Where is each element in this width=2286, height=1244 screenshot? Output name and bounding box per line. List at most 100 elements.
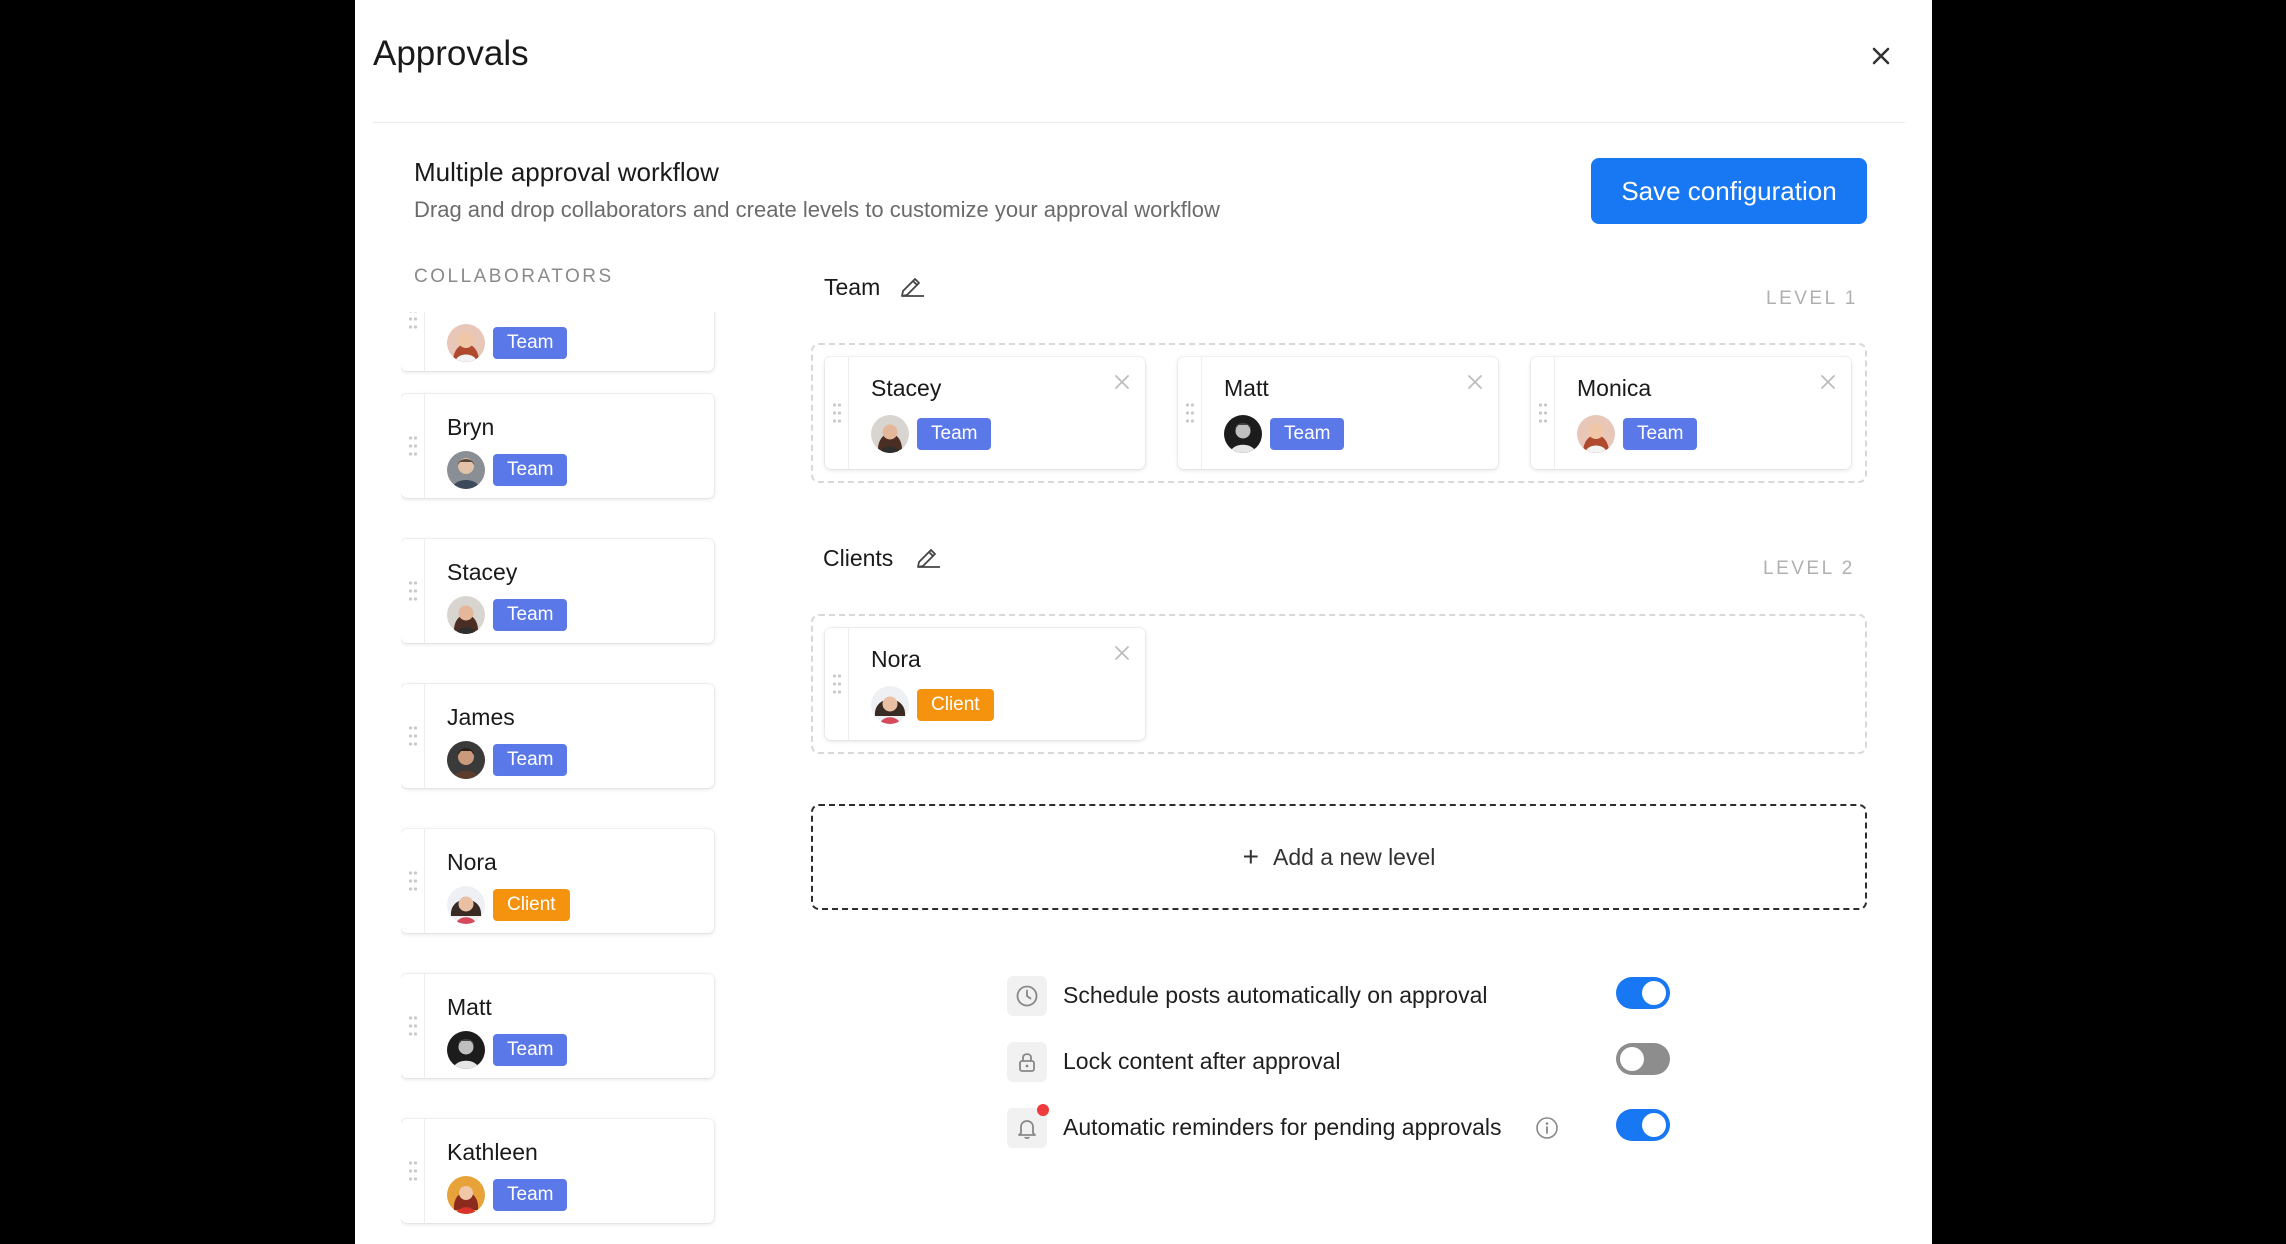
close-button[interactable] <box>1863 38 1899 74</box>
remove-member-button[interactable] <box>1819 373 1837 391</box>
role-badge: Team <box>917 418 992 450</box>
drag-handle[interactable] <box>401 684 425 788</box>
close-icon <box>1821 375 1835 389</box>
setting-automatic-reminders: Automatic reminders for pending approval… <box>1007 1104 1567 1150</box>
edit-level-1-button[interactable] <box>898 274 924 300</box>
level-member-card-matt[interactable]: Matt Team <box>1178 357 1498 469</box>
schedule-posts-toggle[interactable] <box>1616 977 1670 1009</box>
close-icon <box>1115 375 1129 389</box>
role-badge: Team <box>493 599 568 631</box>
drag-handle[interactable] <box>825 357 849 469</box>
collaborator-card-bryn[interactable]: Bryn Team <box>401 394 714 498</box>
remove-member-button[interactable] <box>1466 373 1484 391</box>
remove-member-button[interactable] <box>1113 373 1131 391</box>
drag-handle[interactable] <box>401 394 425 498</box>
avatar <box>1577 415 1615 453</box>
level-1-dropzone[interactable]: Stacey Team Matt Team Monica Team <box>811 343 1867 483</box>
level-1-tag: LEVEL 1 <box>1766 288 1858 309</box>
workflow-title: Multiple approval workflow <box>414 157 719 187</box>
collaborator-name: Kathleen <box>447 1139 538 1165</box>
avatar <box>447 1176 485 1214</box>
collaborator-card-matt[interactable]: Matt Team <box>401 974 714 1078</box>
close-icon <box>1115 646 1129 660</box>
drag-handle[interactable] <box>401 312 425 371</box>
pencil-icon <box>901 278 924 297</box>
automatic-reminders-toggle[interactable] <box>1616 1109 1670 1141</box>
level-member-card-monica[interactable]: Monica Team <box>1531 357 1851 469</box>
close-icon <box>1468 375 1482 389</box>
collaborator-name: Bryn <box>447 414 495 440</box>
drag-handle[interactable] <box>1531 357 1555 469</box>
member-name: Stacey <box>871 375 942 401</box>
setting-lock-content: Lock content after approval <box>1007 1038 1567 1084</box>
role-badge: Team <box>493 1034 568 1066</box>
drag-handle-icon <box>408 1016 417 1036</box>
collaborator-card-james[interactable]: James Team <box>401 684 714 788</box>
remove-member-button[interactable] <box>1113 644 1131 662</box>
collaborator-card-nora[interactable]: Nora Client <box>401 829 714 933</box>
role-badge: Team <box>493 1179 568 1211</box>
avatar <box>447 1031 485 1069</box>
level-member-card-stacey[interactable]: Stacey Team <box>825 357 1145 469</box>
avatar <box>447 324 485 362</box>
drag-handle[interactable] <box>401 974 425 1078</box>
setting-schedule-posts: Schedule posts automatically on approval <box>1007 972 1567 1018</box>
approvals-modal: Approvals Multiple approval workflow Dra… <box>355 0 1932 1244</box>
drag-handle-icon <box>408 436 417 456</box>
drag-handle-icon <box>832 403 841 423</box>
role-badge: Team <box>1270 418 1345 450</box>
drag-handle[interactable] <box>401 539 425 643</box>
role-badge: Team <box>493 744 568 776</box>
drag-handle-icon <box>832 674 841 694</box>
modal-title: Approvals <box>373 34 529 73</box>
avatar <box>1224 415 1262 453</box>
drag-handle-icon <box>408 871 417 891</box>
close-icon <box>1872 47 1890 65</box>
edit-level-2-button[interactable] <box>914 545 940 571</box>
drag-handle-icon <box>408 312 417 329</box>
collaborator-card[interactable]: Team <box>401 312 714 371</box>
drag-handle-icon <box>408 1161 417 1181</box>
add-level-button[interactable]: + Add a new level <box>811 804 1867 910</box>
setting-label: Lock content after approval <box>1063 1048 1341 1074</box>
collaborator-name: James <box>447 704 515 730</box>
member-name: Monica <box>1577 375 1652 401</box>
header-divider <box>373 122 1905 123</box>
role-badge: Client <box>493 889 570 921</box>
drag-handle[interactable] <box>401 1119 425 1223</box>
pencil-icon <box>917 549 940 568</box>
add-level-label: Add a new level <box>1272 843 1436 870</box>
notification-dot <box>1037 1104 1049 1116</box>
collaborators-list[interactable]: Team Bryn Team Stacey Team James Team No… <box>401 312 731 1244</box>
collaborator-card-kathleen[interactable]: Kathleen Team <box>401 1119 714 1223</box>
level-member-card-nora[interactable]: Nora Client <box>825 628 1145 740</box>
collaborator-card-stacey[interactable]: Stacey Team <box>401 539 714 643</box>
collaborator-name: Matt <box>447 994 492 1020</box>
avatar <box>871 686 909 724</box>
save-configuration-button[interactable]: Save configuration <box>1591 158 1867 224</box>
member-name: Matt <box>1224 375 1269 401</box>
collaborator-name: Nora <box>447 849 497 875</box>
info-icon[interactable] <box>1535 1116 1559 1140</box>
drag-handle[interactable] <box>1178 357 1202 469</box>
avatar <box>447 886 485 924</box>
plus-icon: + <box>1242 841 1259 872</box>
drag-handle[interactable] <box>825 628 849 740</box>
role-badge: Team <box>493 454 568 486</box>
lock-content-toggle[interactable] <box>1616 1043 1670 1075</box>
drag-handle[interactable] <box>401 829 425 933</box>
workflow-description: Drag and drop collaborators and create l… <box>414 197 1220 222</box>
level-1-name: Team <box>824 274 881 300</box>
role-badge: Client <box>917 689 994 721</box>
avatar <box>447 596 485 634</box>
collaborator-name: Stacey <box>447 559 518 585</box>
avatar <box>447 451 485 489</box>
setting-label: Automatic reminders for pending approval… <box>1063 1114 1502 1140</box>
drag-handle-icon <box>408 726 417 746</box>
role-badge: Team <box>1623 418 1698 450</box>
level-2-dropzone[interactable]: Nora Client <box>811 614 1867 754</box>
setting-label: Schedule posts automatically on approval <box>1063 982 1488 1008</box>
level-2-tag: LEVEL 2 <box>1763 558 1855 579</box>
drag-handle-icon <box>1185 403 1194 423</box>
level-2-name: Clients <box>823 545 894 571</box>
